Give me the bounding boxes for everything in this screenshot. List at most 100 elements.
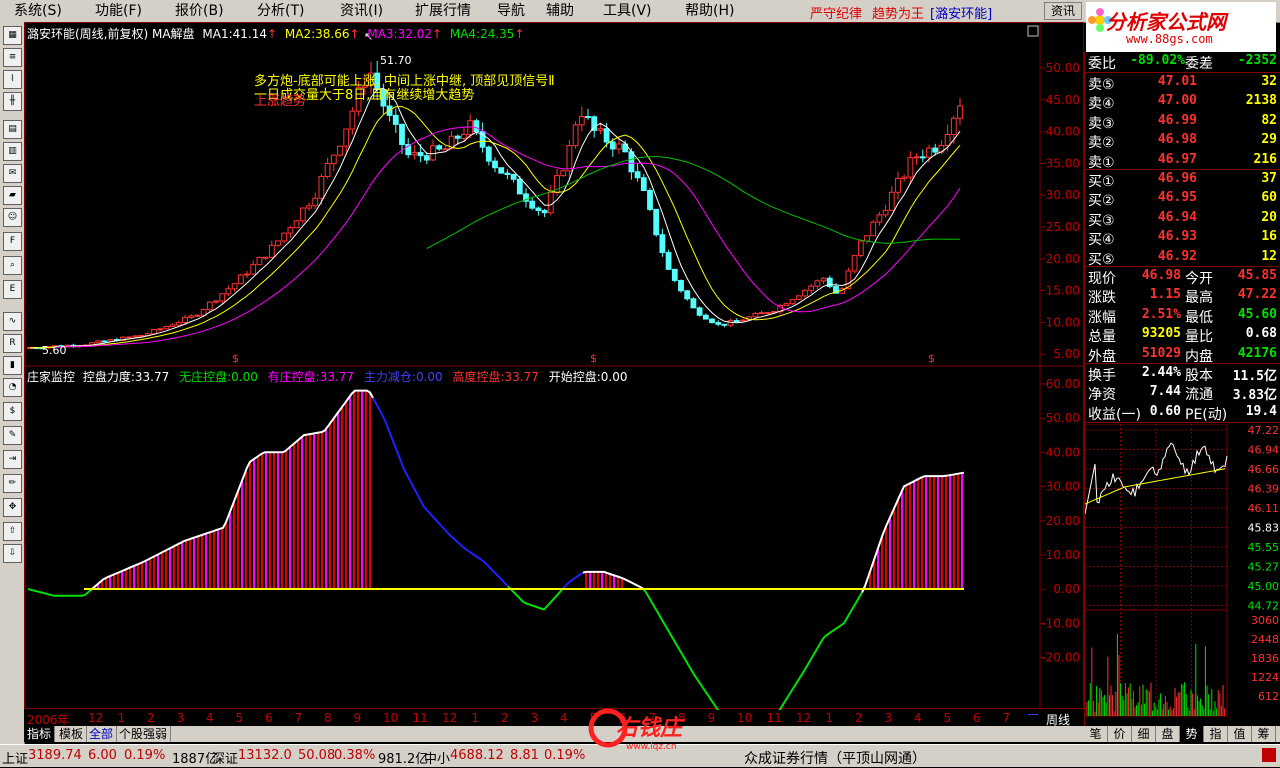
fund-value: 0.60 [1149,403,1181,419]
rp-tab-trend[interactable]: 势 [1180,726,1204,742]
candle-body [430,145,436,161]
info-button[interactable]: 资讯 [1044,2,1082,20]
time-axis-month: 3 [530,711,539,725]
rp-tab-trades[interactable]: 笔 [1084,726,1108,742]
buy-signal-mark: $ [590,352,597,365]
broker-name: 众成证券行情（平顶山网通） [744,751,926,767]
sme-index-pct: 0.19% [544,748,586,763]
slogan-2: 趋势为王 [872,7,925,22]
indicator-tick-label: 60.00 [1046,377,1080,391]
pie-icon[interactable]: ◔ [3,378,22,397]
expand-icon[interactable] [1027,25,1039,37]
arrow-down-icon[interactable]: ⇩ [3,544,22,563]
candle-body [684,290,691,300]
sell-price: 46.97 [1157,151,1197,167]
tab-indicators[interactable]: 指标 [24,726,56,742]
candle-body [678,279,684,292]
candle-body [789,299,796,305]
scroll-indicator[interactable] [1028,714,1038,723]
rp-tab-book[interactable]: 盘 [1156,726,1180,742]
search-icon[interactable]: ⌕ [3,256,22,275]
menu-quote[interactable]: 报价(B) [175,2,224,20]
time-axis-month: 4 [206,711,214,725]
candle-body [913,156,920,159]
ind-param-4: 主力减仓:0.00 [363,370,443,384]
candle-body [529,200,536,209]
tool-icon[interactable]: ✎ [3,426,22,445]
quote-label-2: 今开 [1185,271,1213,287]
candle-body [442,148,449,151]
rp-tab-price[interactable]: 价 [1108,726,1132,742]
menu-navigate[interactable]: 导航 [497,2,525,20]
buy-price: 46.92 [1157,248,1197,264]
menu-function[interactable]: 功能(F) [95,2,142,20]
move-icon[interactable]: ✥ [3,498,22,517]
menu-help[interactable]: 帮助(H) [685,2,734,20]
quote-label: 总量 [1088,329,1116,346]
candle-body [950,117,957,135]
sz-index-label: 深证 [212,752,239,767]
etf-icon[interactable]: E [3,280,22,299]
sh-index-value: 3189.74 [28,748,82,763]
menu-info[interactable]: 资讯(I) [340,2,383,20]
candle-body [299,207,306,222]
candle-body [231,283,238,290]
buy-volume: 12 [1261,248,1277,264]
candle-body [603,128,610,143]
indicator-legend: 庄家监控 控盘力度:33.77 无庄控盘:0.00 有庄控盘:33.77 主力减… [27,368,628,385]
candle-body [349,110,356,130]
candle-body [330,154,337,164]
arrow-up-icon[interactable]: ⇧ [3,522,22,541]
grid-icon[interactable]: ▦ [3,26,22,45]
candle-body [157,328,164,331]
tab-all[interactable]: 全部 [86,726,118,742]
rp-tab-value[interactable]: 值 [1228,726,1252,742]
news-icon[interactable]: ✉ [3,164,22,183]
fund-icon[interactable]: F [3,232,22,251]
candle-icon[interactable]: ╫ [3,92,22,111]
slogan-stock-code: [潞安环能] [930,7,993,22]
pencil-icon[interactable]: ✏ [3,474,22,493]
rp-tab-detail[interactable]: 细 [1132,726,1156,742]
menu-assist[interactable]: 辅助 [546,2,574,20]
tab-stock-strength[interactable]: 个股强弱 [116,726,172,742]
list-icon[interactable]: ≡ [3,48,22,67]
users-icon[interactable]: ☺ [3,208,22,227]
order-diff-value: -2352 [1237,53,1277,68]
time-axis-month: 5 [235,711,244,725]
folder-icon[interactable]: ▰ [3,186,22,205]
table-icon[interactable]: ▥ [3,142,22,161]
candle-body [262,256,269,259]
candle-body [944,133,951,146]
intraday-volume-label: 2448 [1251,633,1279,646]
menu-tools[interactable]: 工具(V) [603,2,652,20]
sell-price: 46.99 [1157,112,1197,128]
ma1-value: MA1:41.14 [202,27,267,41]
menu-extended[interactable]: 扩展行情 [415,2,471,20]
candle-body [901,176,908,179]
buy-price: 46.96 [1157,171,1197,186]
ind-param-6: 开始控盘:0.00 [548,370,628,384]
dollar-icon[interactable]: $ [3,402,22,421]
wave-icon[interactable]: ∿ [3,312,22,331]
candle-body [888,191,895,211]
menu-system[interactable]: 系统(S) [14,2,62,20]
price-axis: 50.00 45.00 40.00 35.00 30.00 25.00 20.00 15.00… [1040,61,1080,361]
export-icon[interactable]: ⇥ [3,450,22,469]
chart-line-icon[interactable]: ⌇ [3,70,22,89]
rsi-icon[interactable]: R [3,334,22,353]
rp-tab-index[interactable]: 指 [1204,726,1228,742]
quote-value: 51029 [1141,345,1181,361]
indicator-tick-label: 0.00 [1053,582,1080,596]
tab-templates[interactable]: 模板 [56,726,88,742]
candle-body [926,147,932,158]
buy-level-label: 买④ [1088,232,1115,249]
candle-body [516,178,523,195]
bar-icon[interactable]: ▮ [3,356,22,375]
time-axis-month: 1 [471,711,480,725]
candle-body [461,133,467,139]
time-axis-month: 3 [176,711,185,725]
rp-tab-chips[interactable]: 筹 [1252,726,1276,742]
menu-analysis[interactable]: 分析(T) [257,2,304,20]
report-icon[interactable]: ▤ [3,120,22,139]
